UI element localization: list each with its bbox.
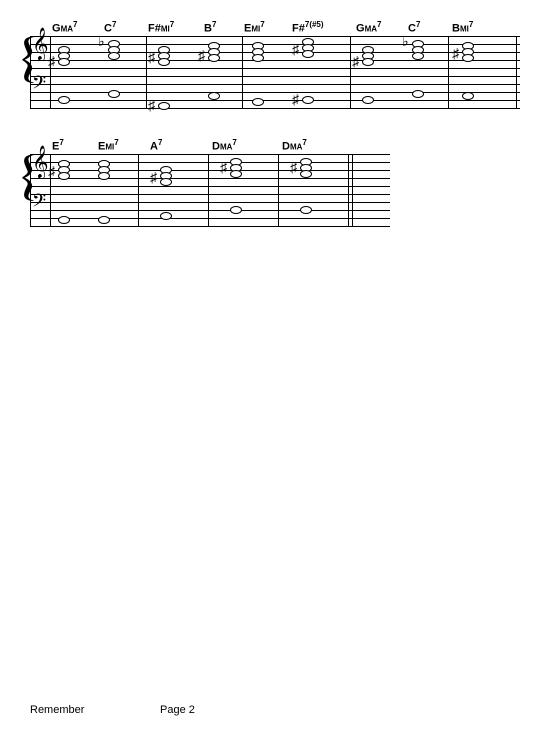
grand-staff-2: 𝄔 𝄞 ♯ ♯ — [30, 154, 390, 226]
treble-clef-icon: 𝄞 — [32, 148, 49, 176]
sharp-icon: ♯ — [290, 160, 297, 174]
flat-icon: ♭ — [402, 34, 409, 48]
chord-label: BMI7 — [452, 20, 496, 34]
note-cluster: ♯ — [158, 36, 176, 66]
grand-staff-1: 𝄔 𝄞 ♯ ♭ — [30, 36, 520, 108]
note-cluster: ♯ — [462, 36, 480, 66]
bass-staff: 𝄢 — [30, 194, 390, 226]
bass-note — [252, 98, 264, 106]
bass-clef-icon: 𝄢 — [32, 74, 46, 96]
barline — [516, 36, 517, 108]
note-cluster: ♯ — [302, 36, 320, 66]
barline — [448, 36, 449, 108]
page-number: Page 2 — [160, 704, 195, 716]
chord-label: EMI7 — [244, 20, 292, 34]
note-cluster — [252, 36, 270, 66]
note-cluster: ♯ — [58, 154, 76, 184]
system-2: E7 EMI7 A7 DMA7 DMA7 𝄔 𝄞 ♯ — [30, 138, 519, 226]
note-cluster: ♯ — [58, 36, 76, 66]
barline — [50, 36, 51, 108]
barline — [208, 154, 209, 226]
bass-staff: 𝄢 ♯ ♯ — [30, 76, 520, 108]
bass-note — [58, 216, 70, 224]
page-footer: Remember Page 2 — [30, 704, 519, 716]
staff-lines — [30, 76, 520, 108]
treble-clef-icon: 𝄞 — [32, 30, 49, 58]
song-title: Remember — [30, 704, 160, 716]
chord-label: F#MI7 — [148, 20, 204, 34]
bass-note — [98, 216, 110, 224]
staff-lines — [30, 154, 390, 186]
chord-label: F#7(#5) — [292, 20, 356, 34]
bass-clef-icon: 𝄢 — [32, 192, 46, 214]
note-cluster: ♭ — [108, 36, 126, 66]
sharp-icon: ♯ — [352, 54, 359, 68]
barline — [138, 154, 139, 226]
note-cluster: ♯ — [300, 154, 318, 184]
sheet-music-page: GMA7 C7 F#MI7 B7 EMI7 F#7(#5) GMA7 C7 BM… — [0, 0, 549, 226]
chord-label: EMI7 — [98, 138, 150, 152]
sharp-icon: ♯ — [292, 42, 299, 56]
note-cluster — [98, 154, 116, 184]
chord-label: DMA7 — [212, 138, 282, 152]
barline — [50, 154, 51, 226]
bass-note — [462, 92, 474, 100]
barline — [350, 36, 351, 108]
bass-note — [160, 212, 172, 220]
treble-staff: 𝄞 ♯ ♭ ♯ ♯ — [30, 36, 520, 68]
barline — [242, 36, 243, 108]
note-cluster: ♯ — [362, 36, 380, 66]
chord-label: GMA7 — [356, 20, 408, 34]
note-cluster: ♭ — [412, 36, 430, 66]
note-cluster: ♯ — [208, 36, 226, 66]
bass-note — [158, 102, 170, 110]
barline — [146, 36, 147, 108]
treble-staff: 𝄞 ♯ ♯ ♯ ♯ — [30, 154, 390, 186]
sharp-icon: ♯ — [452, 46, 459, 60]
barline — [30, 36, 31, 108]
staff-lines — [30, 194, 390, 226]
bass-note — [208, 92, 220, 100]
note-cluster: ♯ — [230, 154, 248, 184]
sharp-icon: ♯ — [292, 92, 299, 106]
chord-row-2: E7 EMI7 A7 DMA7 DMA7 — [52, 138, 519, 152]
chord-label: B7 — [204, 20, 244, 34]
bass-note — [108, 90, 120, 98]
chord-label: E7 — [52, 138, 98, 152]
system-1: GMA7 C7 F#MI7 B7 EMI7 F#7(#5) GMA7 C7 BM… — [30, 20, 519, 108]
chord-label: C7 — [104, 20, 148, 34]
barline — [278, 154, 279, 226]
sharp-icon: ♯ — [220, 160, 227, 174]
chord-label: C7 — [408, 20, 452, 34]
note-cluster: ♯ — [160, 154, 178, 184]
chord-label: A7 — [150, 138, 212, 152]
sharp-icon: ♯ — [148, 50, 155, 64]
sharp-icon: ♯ — [148, 98, 155, 112]
flat-icon: ♭ — [98, 34, 105, 48]
bass-note — [230, 206, 242, 214]
bass-note — [302, 96, 314, 104]
barline — [30, 154, 31, 226]
bass-note — [58, 96, 70, 104]
barline — [348, 154, 349, 226]
sharp-icon: ♯ — [150, 170, 157, 184]
bass-note — [300, 206, 312, 214]
barline — [352, 154, 353, 226]
chord-label: DMA7 — [282, 138, 338, 152]
bass-note — [362, 96, 374, 104]
chord-label: GMA7 — [52, 20, 104, 34]
bass-note — [412, 90, 424, 98]
chord-row-1: GMA7 C7 F#MI7 B7 EMI7 F#7(#5) GMA7 C7 BM… — [52, 20, 519, 34]
sharp-icon: ♯ — [198, 48, 205, 62]
